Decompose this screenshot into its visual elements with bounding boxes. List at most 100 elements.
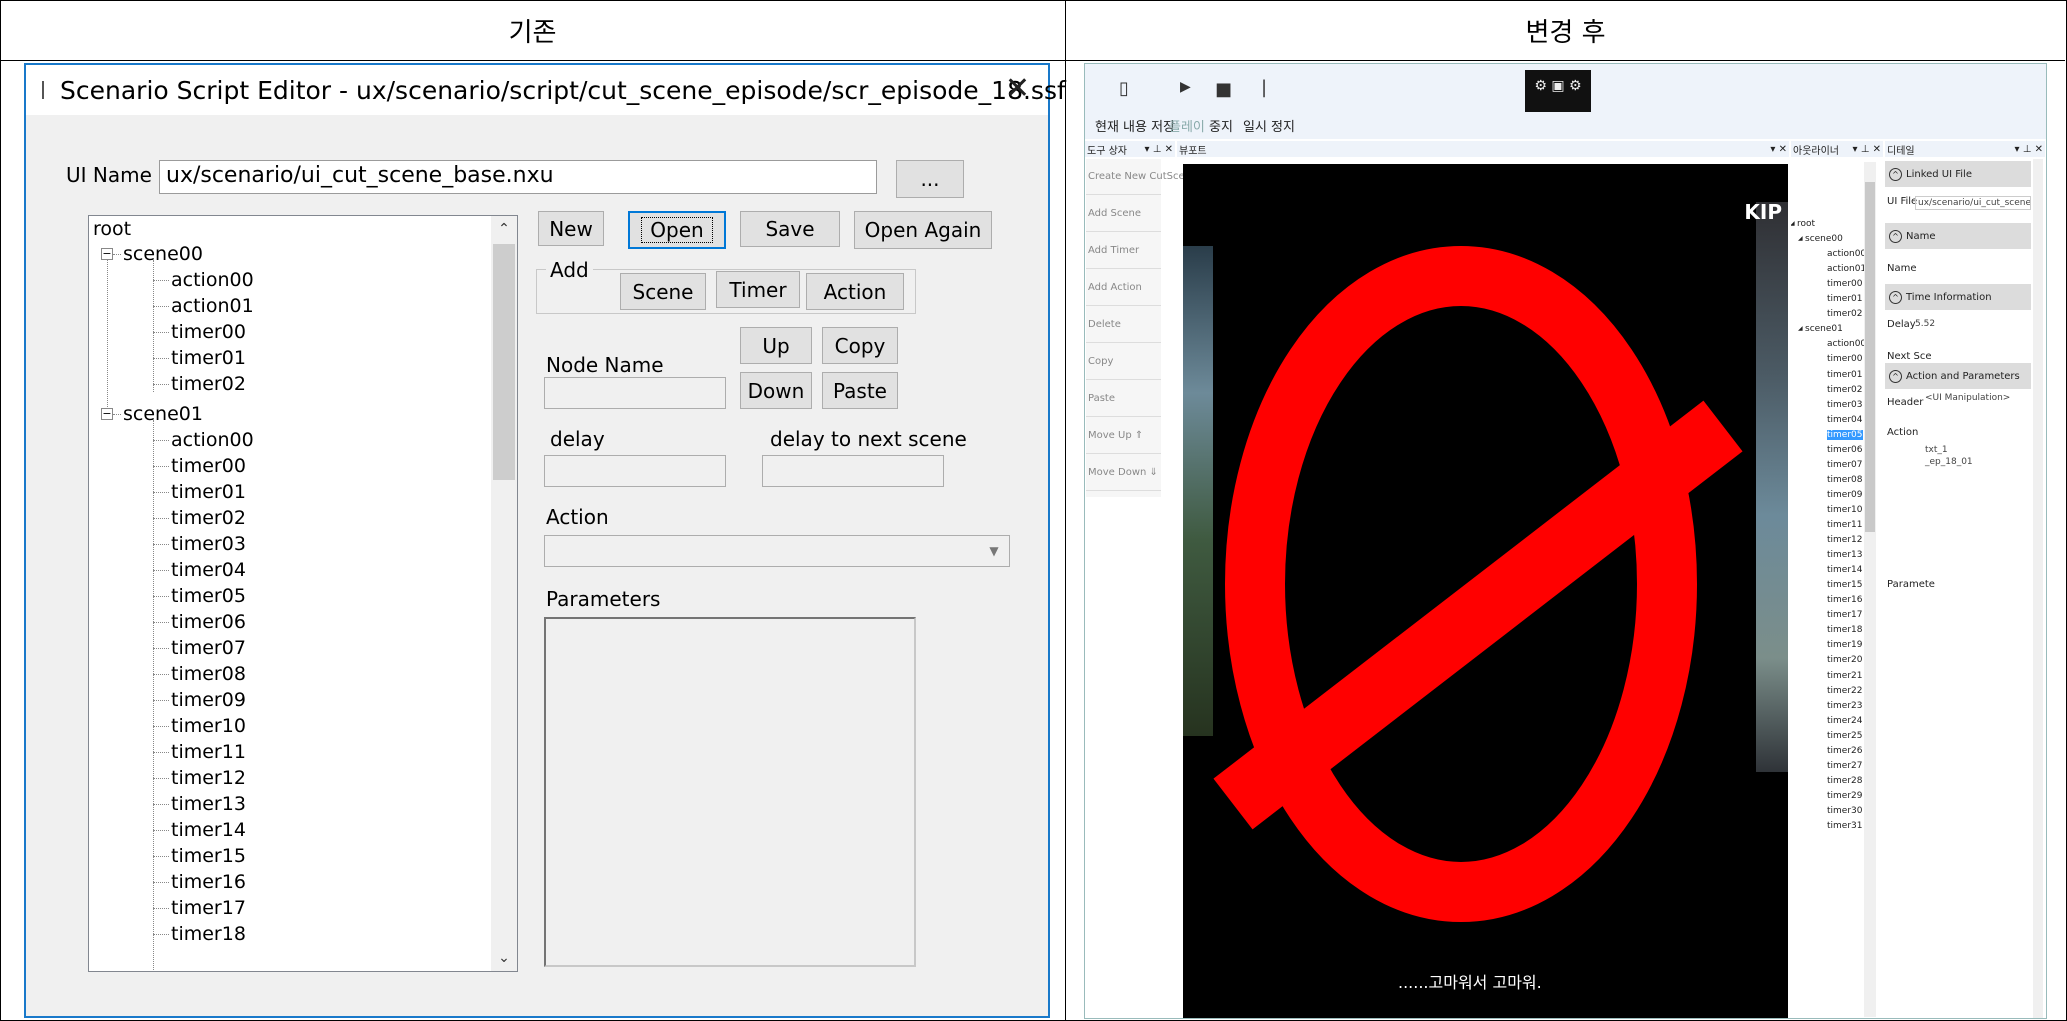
panel-pin-icon[interactable]: ▾ ⊥ ✕ xyxy=(2015,144,2043,155)
outliner-item[interactable]: timer00 xyxy=(1827,279,1863,289)
toolbox-item[interactable]: Add Action xyxy=(1086,270,1161,306)
stop-label[interactable]: 중지 xyxy=(1209,116,1233,135)
tree-item[interactable]: timer02 xyxy=(171,505,246,531)
outliner-item[interactable]: timer25 xyxy=(1827,731,1863,741)
outliner-item[interactable]: timer15 xyxy=(1827,580,1863,590)
tree-item[interactable]: timer14 xyxy=(171,817,246,843)
outliner-item[interactable]: timer03 xyxy=(1827,400,1863,410)
expand-triangle-icon[interactable]: ◢ xyxy=(1798,324,1803,334)
tree-node-scene00[interactable]: scene00 xyxy=(123,241,203,267)
tree-node-scene01[interactable]: scene01 xyxy=(123,401,203,427)
tree-scrollbar[interactable]: ⌃ ⌄ xyxy=(491,216,517,971)
tree-item[interactable]: timer08 xyxy=(171,661,246,687)
ui-name-input[interactable]: ux/scenario/ui_cut_scene_base.nxu xyxy=(159,160,877,194)
browse-button[interactable]: ... xyxy=(896,160,964,198)
outliner-item[interactable]: timer13 xyxy=(1827,550,1863,560)
tree-item[interactable]: timer07 xyxy=(171,635,246,661)
outliner-item[interactable]: timer31 xyxy=(1827,821,1863,831)
collapse-icon[interactable]: ^ xyxy=(1889,290,1902,304)
toolbox-item[interactable]: Add Timer xyxy=(1086,233,1161,269)
outliner-item[interactable]: timer12 xyxy=(1827,535,1863,545)
tree-item[interactable]: timer12 xyxy=(171,765,246,791)
action-parameters-section[interactable]: ^ Action and Parameters xyxy=(1885,363,2031,389)
outliner-item[interactable]: timer23 xyxy=(1827,701,1863,711)
outliner-item[interactable]: timer22 xyxy=(1827,686,1863,696)
collapse-icon[interactable]: − xyxy=(101,408,113,420)
tree-item[interactable]: timer04 xyxy=(171,557,246,583)
toolbox-item[interactable]: Move Down ⇓ xyxy=(1086,455,1161,491)
outliner-item[interactable]: timer29 xyxy=(1827,791,1863,801)
up-button[interactable]: Up xyxy=(740,327,812,364)
ui-file-input[interactable]: ux/scenario/ui_cut_scene_bas xyxy=(1915,196,2031,210)
tree-item[interactable]: timer15 xyxy=(171,843,246,869)
tree-item[interactable]: timer00 xyxy=(171,319,246,345)
outliner-item[interactable]: scene00 xyxy=(1805,234,1843,244)
outliner-item[interactable]: timer18 xyxy=(1827,625,1863,635)
outliner-item[interactable]: timer16 xyxy=(1827,595,1863,605)
outliner-item[interactable]: timer30 xyxy=(1827,806,1863,816)
outliner-item[interactable]: timer27 xyxy=(1827,761,1863,771)
outliner-item[interactable]: timer00 xyxy=(1827,354,1863,364)
outliner-item[interactable]: timer01 xyxy=(1827,294,1863,304)
add-action-button[interactable]: Action xyxy=(806,273,904,310)
panel-close-icon[interactable]: ▾ ✕ xyxy=(1770,144,1787,155)
delay-next-scene-input[interactable] xyxy=(762,455,944,487)
outliner-item[interactable]: timer24 xyxy=(1827,716,1863,726)
panel-pin-icon[interactable]: ▾ ⊥ ✕ xyxy=(1145,144,1173,155)
outliner-item[interactable]: timer11 xyxy=(1827,520,1863,530)
outliner-item[interactable]: action01 xyxy=(1827,264,1866,274)
outliner-item[interactable]: timer20 xyxy=(1827,655,1863,665)
tree-item[interactable]: timer02 xyxy=(171,371,246,397)
play-label[interactable]: 플레이 xyxy=(1169,116,1205,135)
toolbox-item[interactable]: Move Up ⇑ xyxy=(1086,418,1161,454)
outliner-item[interactable]: timer02 xyxy=(1827,385,1863,395)
outliner-item[interactable]: timer01 xyxy=(1827,370,1863,380)
collapse-icon[interactable]: ^ xyxy=(1889,369,1902,383)
save-button[interactable]: Save xyxy=(740,211,840,247)
scroll-up-icon[interactable]: ⌃ xyxy=(491,216,517,242)
pause-label[interactable]: 일시 정지 xyxy=(1243,116,1295,135)
scroll-down-icon[interactable]: ⌄ xyxy=(491,945,517,971)
tree-item[interactable]: timer09 xyxy=(171,687,246,713)
add-timer-button[interactable]: Timer xyxy=(716,271,800,308)
add-scene-button[interactable]: Scene xyxy=(620,273,706,310)
save-icon[interactable]: ▯ xyxy=(1119,78,1129,99)
tree-item[interactable]: timer18 xyxy=(171,921,246,947)
tree-root[interactable]: root xyxy=(93,216,131,242)
outliner-item[interactable]: timer14 xyxy=(1827,565,1863,575)
action-value-2[interactable]: _ep_18_01 xyxy=(1925,457,1973,467)
action-select[interactable]: ▼ xyxy=(544,535,1010,567)
tree-item[interactable]: timer06 xyxy=(171,609,246,635)
toolbox-item[interactable]: Delete xyxy=(1086,307,1161,343)
open-button[interactable]: Open xyxy=(628,211,726,249)
stop-icon[interactable]: ■ xyxy=(1215,79,1232,100)
detail-scrollbar[interactable] xyxy=(2033,159,2043,1018)
close-icon[interactable]: ✕ xyxy=(1005,71,1030,106)
collapse-icon[interactable]: ^ xyxy=(1889,167,1902,181)
outliner-item[interactable]: timer28 xyxy=(1827,776,1863,786)
scrollbar-thumb[interactable] xyxy=(1865,182,1875,532)
outliner-item[interactable]: timer10 xyxy=(1827,505,1863,515)
tree-item[interactable]: timer16 xyxy=(171,869,246,895)
delay-input[interactable] xyxy=(544,455,726,487)
name-section[interactable]: ^ Name xyxy=(1885,223,2031,249)
panel-pin-icon[interactable]: ▾ ⊥ ✕ xyxy=(1853,144,1881,155)
outliner-item[interactable]: scene01 xyxy=(1805,324,1843,334)
tree-item[interactable]: timer05 xyxy=(171,583,246,609)
viewport-panel[interactable]: KIP ......고마워서 고마워. xyxy=(1183,164,1788,1018)
expand-triangle-icon[interactable]: ◢ xyxy=(1791,219,1795,229)
tree-item[interactable]: timer13 xyxy=(171,791,246,817)
outliner-item[interactable]: timer17 xyxy=(1827,610,1863,620)
down-button[interactable]: Down xyxy=(740,372,812,409)
tree-item[interactable]: timer01 xyxy=(171,479,246,505)
parameters-box[interactable] xyxy=(544,617,916,967)
paste-button[interactable]: Paste xyxy=(822,372,898,409)
toolbox-item[interactable]: Paste xyxy=(1086,381,1161,417)
collapse-icon[interactable]: ^ xyxy=(1889,229,1902,243)
outliner-item[interactable]: root xyxy=(1797,219,1815,229)
play-icon[interactable]: ▶ xyxy=(1180,79,1191,95)
open-again-button[interactable]: Open Again xyxy=(854,211,992,249)
node-name-input[interactable] xyxy=(544,377,726,409)
outliner-item[interactable]: action00 xyxy=(1827,249,1866,259)
chevron-down-icon[interactable]: ▼ xyxy=(981,538,1007,564)
